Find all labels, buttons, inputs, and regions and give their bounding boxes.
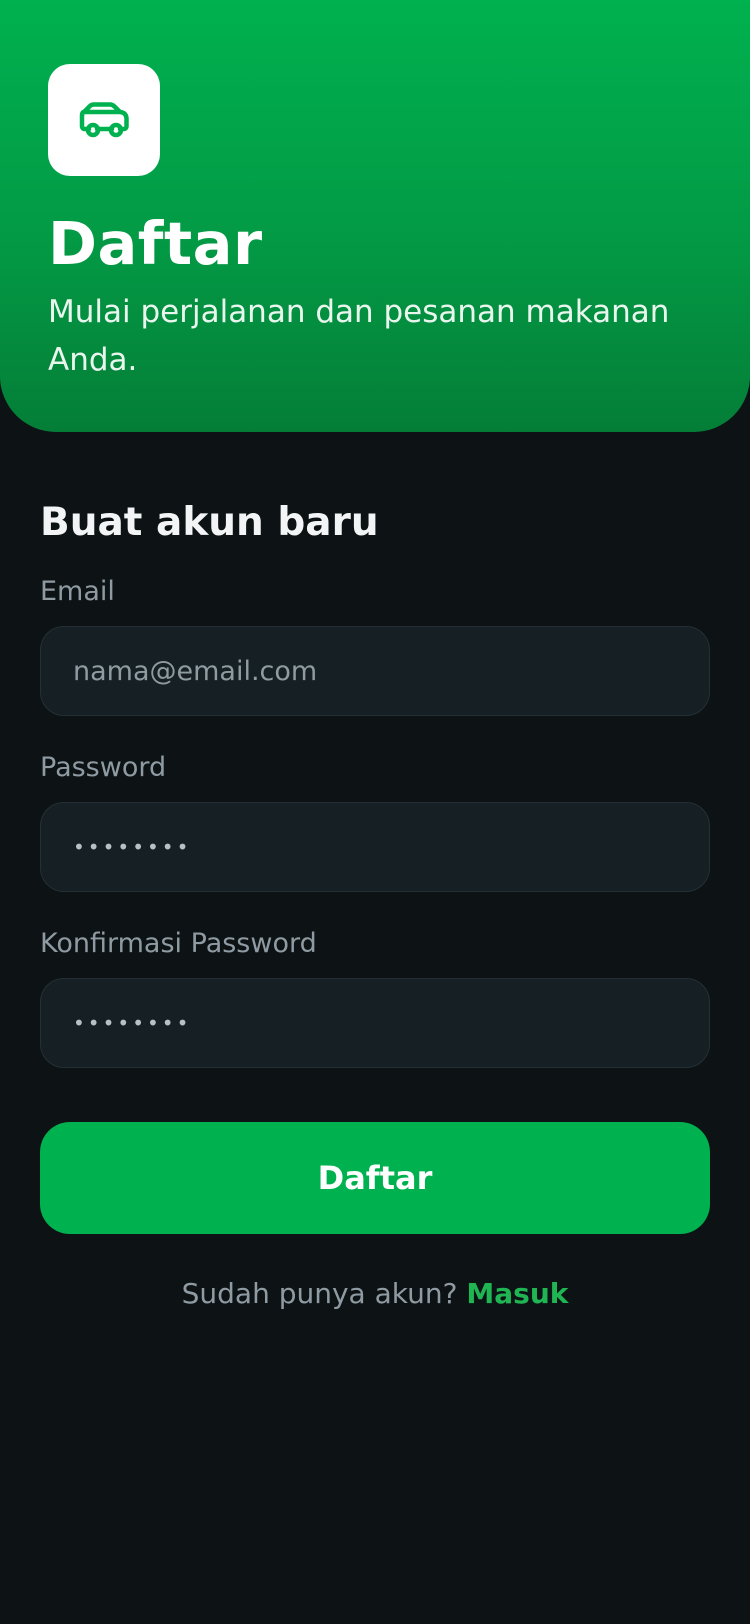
- register-form: Buat akun baru Email Password Konfirmasi…: [40, 490, 710, 1068]
- confirm-password-field[interactable]: [40, 978, 710, 1068]
- confirm-password-label: Konfirmasi Password: [40, 928, 317, 959]
- register-button[interactable]: Daftar: [40, 1122, 710, 1234]
- form-heading: Buat akun baru: [40, 500, 379, 545]
- car-icon: [79, 102, 129, 138]
- login-link[interactable]: Masuk: [466, 1277, 568, 1310]
- header-banner: Daftar Mulai perjalanan dan pesanan maka…: [0, 0, 750, 432]
- app-logo: [48, 64, 160, 176]
- login-prompt: Sudah punya akun? Masuk: [0, 1270, 750, 1318]
- email-label: Email: [40, 576, 115, 607]
- email-field[interactable]: [40, 626, 710, 716]
- password-label: Password: [40, 752, 167, 783]
- page-subtitle: Mulai perjalanan dan pesanan makanan And…: [48, 294, 670, 378]
- password-field[interactable]: [40, 802, 710, 892]
- page-title: Daftar: [48, 209, 263, 278]
- login-prompt-text: Sudah punya akun?: [181, 1277, 458, 1310]
